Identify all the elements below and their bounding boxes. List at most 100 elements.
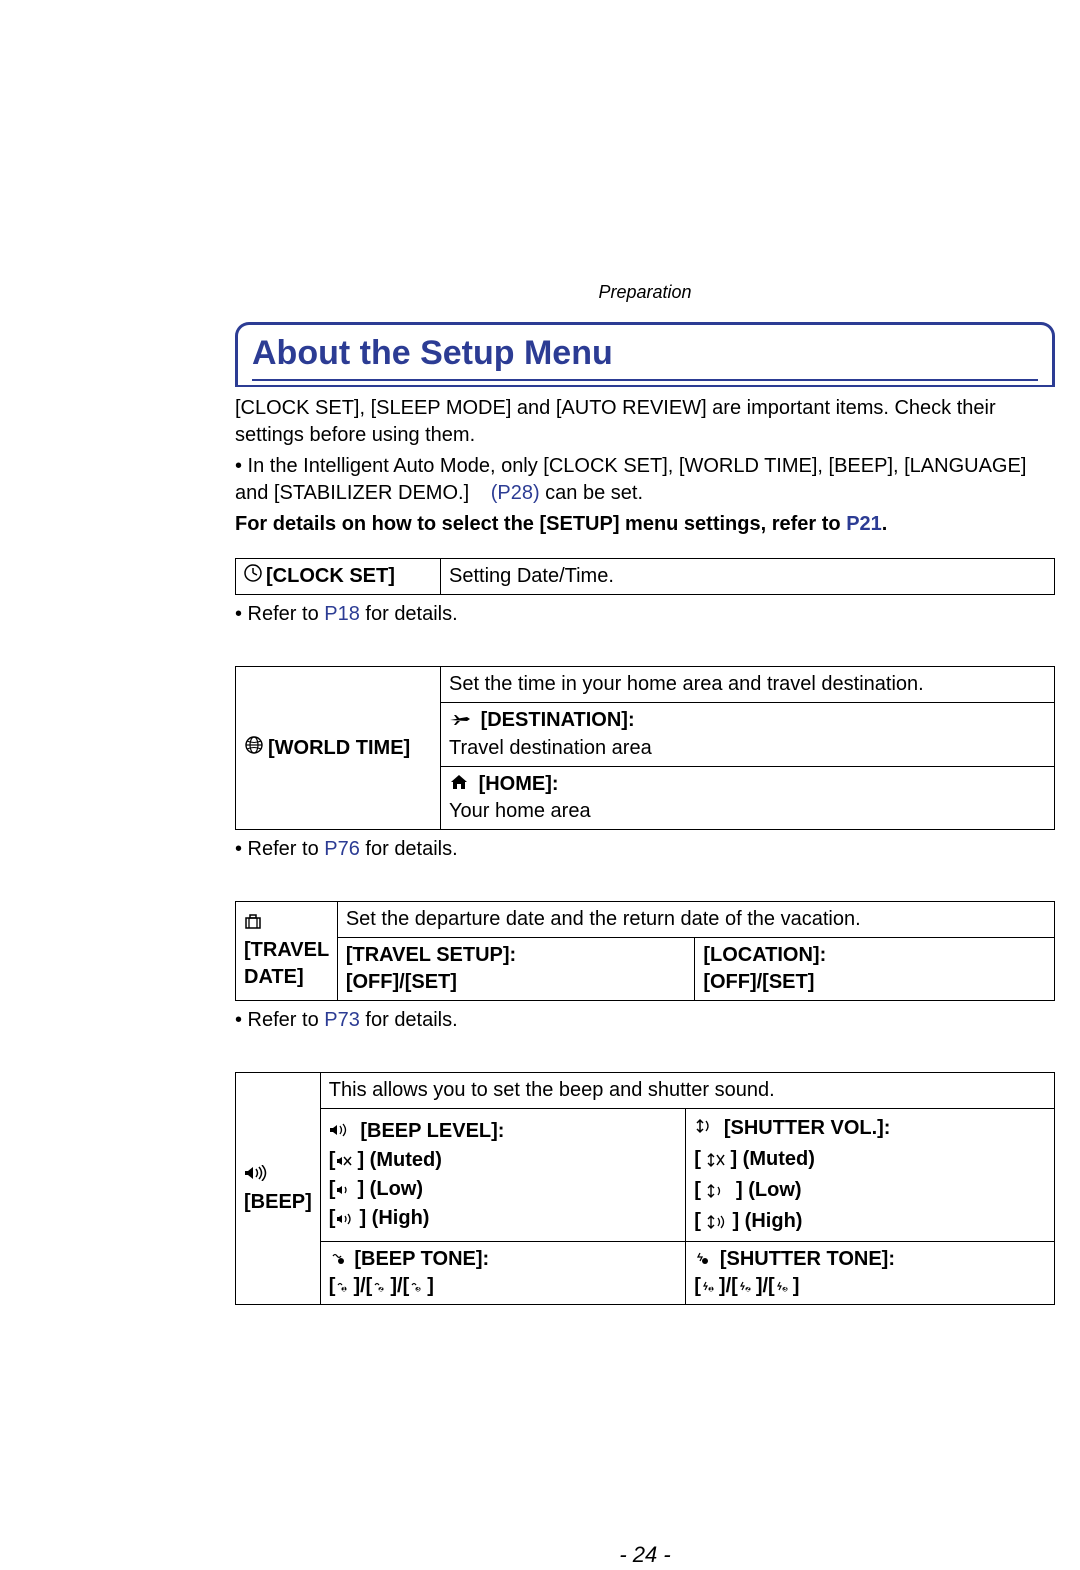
clockset-label: [CLOCK SET]: [266, 565, 395, 587]
clockset-note: • Refer to P18 for details.: [235, 601, 1055, 628]
worldtime-destination: [DESTINATION]: Travel destination area: [441, 703, 1055, 766]
intro-p3a: For details on how to select the [SETUP]…: [235, 513, 846, 535]
svg-text:3: 3: [416, 1286, 420, 1293]
intro-p3: For details on how to select the [SETUP]…: [235, 511, 1055, 538]
sep: ]/[: [353, 1275, 372, 1297]
table-row: [BEEP TONE]: [1]/[2]/[3] [SHUTTER TONE]:…: [236, 1242, 1055, 1305]
title-box: About the Setup Menu: [235, 322, 1055, 387]
location-cell: [LOCATION]: [OFF]/[SET]: [695, 937, 1055, 1000]
note-text-b: for details.: [360, 603, 458, 625]
worldtime-note: • Refer to P76 for details.: [235, 836, 1055, 863]
beeplevel-title: [BEEP LEVEL]:: [360, 1120, 504, 1142]
link-p18[interactable]: P18: [324, 603, 360, 625]
suitcase-icon: [244, 910, 262, 937]
intro-p2b: can be set.: [540, 482, 643, 504]
intro-p2: • In the Intelligent Auto Mode, only [CL…: [235, 453, 1055, 507]
shutter-icon: [694, 1113, 714, 1144]
traveldate-label-cell: [TRAVEL DATE]: [236, 901, 338, 1000]
section-header: Preparation: [235, 280, 1055, 304]
shuttervol-muted: [ ] (Muted): [694, 1148, 815, 1170]
svg-text:3: 3: [783, 1286, 787, 1293]
clock-icon: [244, 563, 262, 590]
note-text-b: for details.: [360, 1009, 458, 1031]
intro-text: [CLOCK SET], [SLEEP MODE] and [AUTO REVI…: [235, 395, 1055, 538]
opt-muted: ] (Muted): [730, 1148, 814, 1170]
beep-label: [BEEP]: [244, 1191, 312, 1213]
clockset-desc: Setting Date/Time.: [441, 559, 1055, 595]
worldtime-desc: Set the time in your home area and trave…: [441, 667, 1055, 703]
beeplevel-low: [] (Low): [329, 1178, 423, 1200]
traveldate-table: [TRAVEL DATE] Set the departure date and…: [235, 901, 1055, 1001]
location-opts: [OFF]/[SET]: [703, 971, 814, 993]
clockset-label-cell: [CLOCK SET]: [236, 559, 441, 595]
table-row: [CLOCK SET] Setting Date/Time.: [236, 559, 1055, 595]
traveldate-label: [TRAVEL DATE]: [244, 939, 329, 988]
link-p73[interactable]: P73: [324, 1009, 360, 1031]
home-title: [HOME]:: [479, 773, 559, 795]
beep-icon: [244, 1162, 268, 1189]
sep: ]/[: [756, 1275, 775, 1297]
page-number: - 24 -: [235, 1540, 1055, 1570]
sep: ]/[: [719, 1275, 738, 1297]
beeplevel-high: [] (High): [329, 1207, 430, 1229]
tone-icon: [694, 1246, 710, 1273]
shuttervol-low: [ ] (Low): [694, 1179, 801, 1201]
opt-high: ] (High): [732, 1210, 802, 1232]
traveldate-note: • Refer to P73 for details.: [235, 1007, 1055, 1034]
location-title: [LOCATION]:: [703, 944, 826, 966]
beeptone-opts: [1]/[2]/[3]: [329, 1275, 434, 1297]
worldtime-home: [HOME]: Your home area: [441, 766, 1055, 829]
shuttertone-title: [SHUTTER TONE]:: [720, 1248, 895, 1270]
page-title: About the Setup Menu: [252, 331, 1038, 381]
beeplevel-muted: [] (Muted): [329, 1149, 442, 1171]
clockset-table: [CLOCK SET] Setting Date/Time.: [235, 558, 1055, 595]
opt-muted: ] (Muted): [357, 1149, 441, 1171]
intro-p3b: .: [882, 513, 888, 535]
link-p28[interactable]: (P28): [491, 482, 540, 504]
shuttervol-title: [SHUTTER VOL.]:: [724, 1117, 891, 1139]
link-p21[interactable]: P21: [846, 513, 882, 535]
svg-text:2: 2: [746, 1286, 750, 1293]
destination-sub: Travel destination area: [449, 737, 652, 759]
beeplevel-cell: [BEEP LEVEL]: [] (Muted) [] (Low) [] (Hi…: [320, 1108, 685, 1241]
travel-setup-opts: [OFF]/[SET]: [346, 971, 457, 993]
note-text: • Refer to: [235, 1009, 324, 1031]
opt-low: ] (Low): [357, 1178, 423, 1200]
shuttervol-high: [ ] (High): [694, 1210, 802, 1232]
beep-table: [BEEP] This allows you to set the beep a…: [235, 1072, 1055, 1305]
table-row: [WORLD TIME] Set the time in your home a…: [236, 667, 1055, 703]
shuttervol-cell: [SHUTTER VOL.]: [ ] (Muted) [ ] (Low) [ …: [686, 1108, 1055, 1241]
opt-high: ] (High): [359, 1207, 429, 1229]
beep-label-cell: [BEEP]: [236, 1072, 321, 1304]
note-text: • Refer to: [235, 838, 324, 860]
worldtime-label: [WORLD TIME]: [268, 737, 410, 759]
home-sub: Your home area: [449, 800, 591, 822]
opt-low: ] (Low): [736, 1179, 802, 1201]
table-row: [BEEP] This allows you to set the beep a…: [236, 1072, 1055, 1108]
traveldate-desc: Set the departure date and the return da…: [337, 901, 1054, 937]
tone-icon: [329, 1246, 345, 1273]
table-row: [BEEP LEVEL]: [] (Muted) [] (Low) [] (Hi…: [236, 1108, 1055, 1241]
svg-text:1: 1: [709, 1286, 713, 1293]
intro-p1: [CLOCK SET], [SLEEP MODE] and [AUTO REVI…: [235, 395, 1055, 449]
worldtime-table: [WORLD TIME] Set the time in your home a…: [235, 666, 1055, 829]
beeptone-cell: [BEEP TONE]: [1]/[2]/[3]: [320, 1242, 685, 1305]
home-icon: [449, 771, 469, 798]
beeptone-title: [BEEP TONE]:: [354, 1248, 489, 1270]
beep-icon: [329, 1117, 351, 1146]
note-text-b: for details.: [360, 838, 458, 860]
note-text: • Refer to: [235, 603, 324, 625]
travel-setup-cell: [TRAVEL SETUP]: [OFF]/[SET]: [337, 937, 694, 1000]
globe-icon: [244, 735, 264, 762]
destination-title: [DESTINATION]:: [481, 709, 635, 731]
table-row: [TRAVEL DATE] Set the departure date and…: [236, 901, 1055, 937]
travel-setup-title: [TRAVEL SETUP]:: [346, 944, 516, 966]
beep-desc: This allows you to set the beep and shut…: [320, 1072, 1054, 1108]
plane-icon: [449, 708, 471, 735]
shuttertone-cell: [SHUTTER TONE]: [1]/[2]/[3]: [686, 1242, 1055, 1305]
shuttertone-opts: [1]/[2]/[3]: [694, 1275, 799, 1297]
svg-text:1: 1: [343, 1286, 347, 1293]
link-p76[interactable]: P76: [324, 838, 360, 860]
sep: ]/[: [390, 1275, 409, 1297]
worldtime-label-cell: [WORLD TIME]: [236, 667, 441, 829]
